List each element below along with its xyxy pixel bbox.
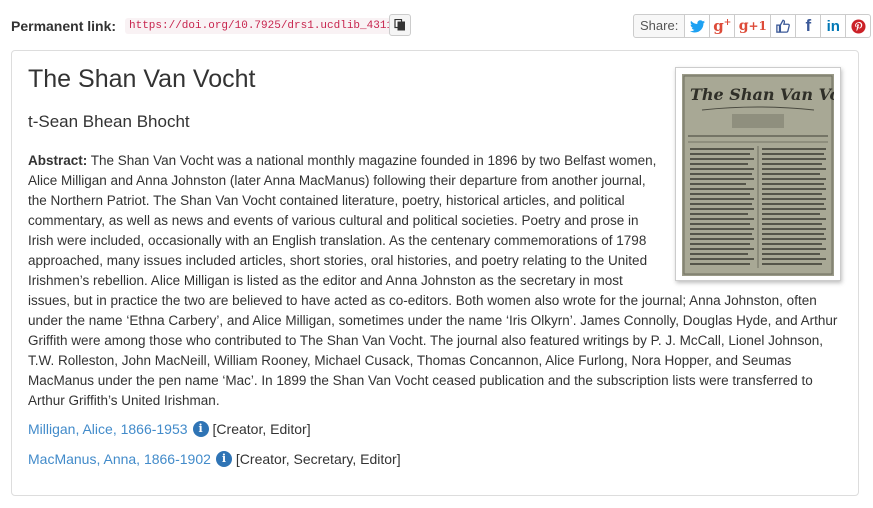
info-icon[interactable]: i xyxy=(215,451,232,467)
thumbs-up-icon xyxy=(776,19,791,33)
record-title: The Shan Van Vocht xyxy=(28,65,256,93)
linkedin-share-button[interactable]: in xyxy=(821,14,847,38)
record-subtitle: t-Sean Bhean Bhocht xyxy=(28,112,190,131)
creator-entry: Milligan, Alice, 1866-1953 i [Creator, E… xyxy=(28,421,311,437)
twitter-icon xyxy=(689,19,705,32)
abstract: Abstract: The Shan Van Vocht was a natio… xyxy=(28,151,844,411)
copy-link-button[interactable] xyxy=(389,14,411,36)
facebook-icon: f xyxy=(805,16,812,35)
abstract-label: Abstract: xyxy=(28,153,88,168)
twitter-share-button[interactable] xyxy=(685,14,711,38)
creator-roles: [Creator, Secretary, Editor] xyxy=(235,451,401,467)
like-button[interactable] xyxy=(771,14,797,38)
creator-link[interactable]: MacManus, Anna, 1866-1902 xyxy=(28,451,211,467)
creator-roles: [Creator, Editor] xyxy=(212,421,311,437)
permanent-link-bar: Permanent link: https://doi.org/10.7925/… xyxy=(11,14,872,38)
linkedin-icon: in xyxy=(826,17,840,35)
facebook-share-button[interactable]: f xyxy=(796,14,822,38)
cover-masthead: The Shan Van Vocht xyxy=(690,85,834,104)
share-label: Share: xyxy=(633,14,686,38)
google-plus-icon: g+ xyxy=(713,17,732,35)
google-plus-one-icon: g+1 xyxy=(738,18,767,34)
record-panel: The Shan Van Vocht t-Sean Bhean Bhocht T… xyxy=(11,50,859,496)
permanent-link-url[interactable]: https://doi.org/10.7925/drs1.ucdlib_4311… xyxy=(125,18,404,34)
creator-link[interactable]: Milligan, Alice, 1866-1953 xyxy=(28,421,188,437)
google-plus-share-button[interactable]: g+ xyxy=(710,14,736,38)
pinterest-icon xyxy=(851,18,866,34)
share-bar: Share: g+ g+1 f in xyxy=(633,14,872,38)
google-plus-one-button[interactable]: g+1 xyxy=(735,14,772,38)
creator-entry: MacManus, Anna, 1866-1902 i [Creator, Se… xyxy=(28,451,401,467)
info-icon[interactable]: i xyxy=(192,421,209,437)
permanent-link-label: Permanent link: xyxy=(11,18,117,34)
copy-icon xyxy=(394,19,405,31)
pinterest-share-button[interactable] xyxy=(846,14,872,38)
